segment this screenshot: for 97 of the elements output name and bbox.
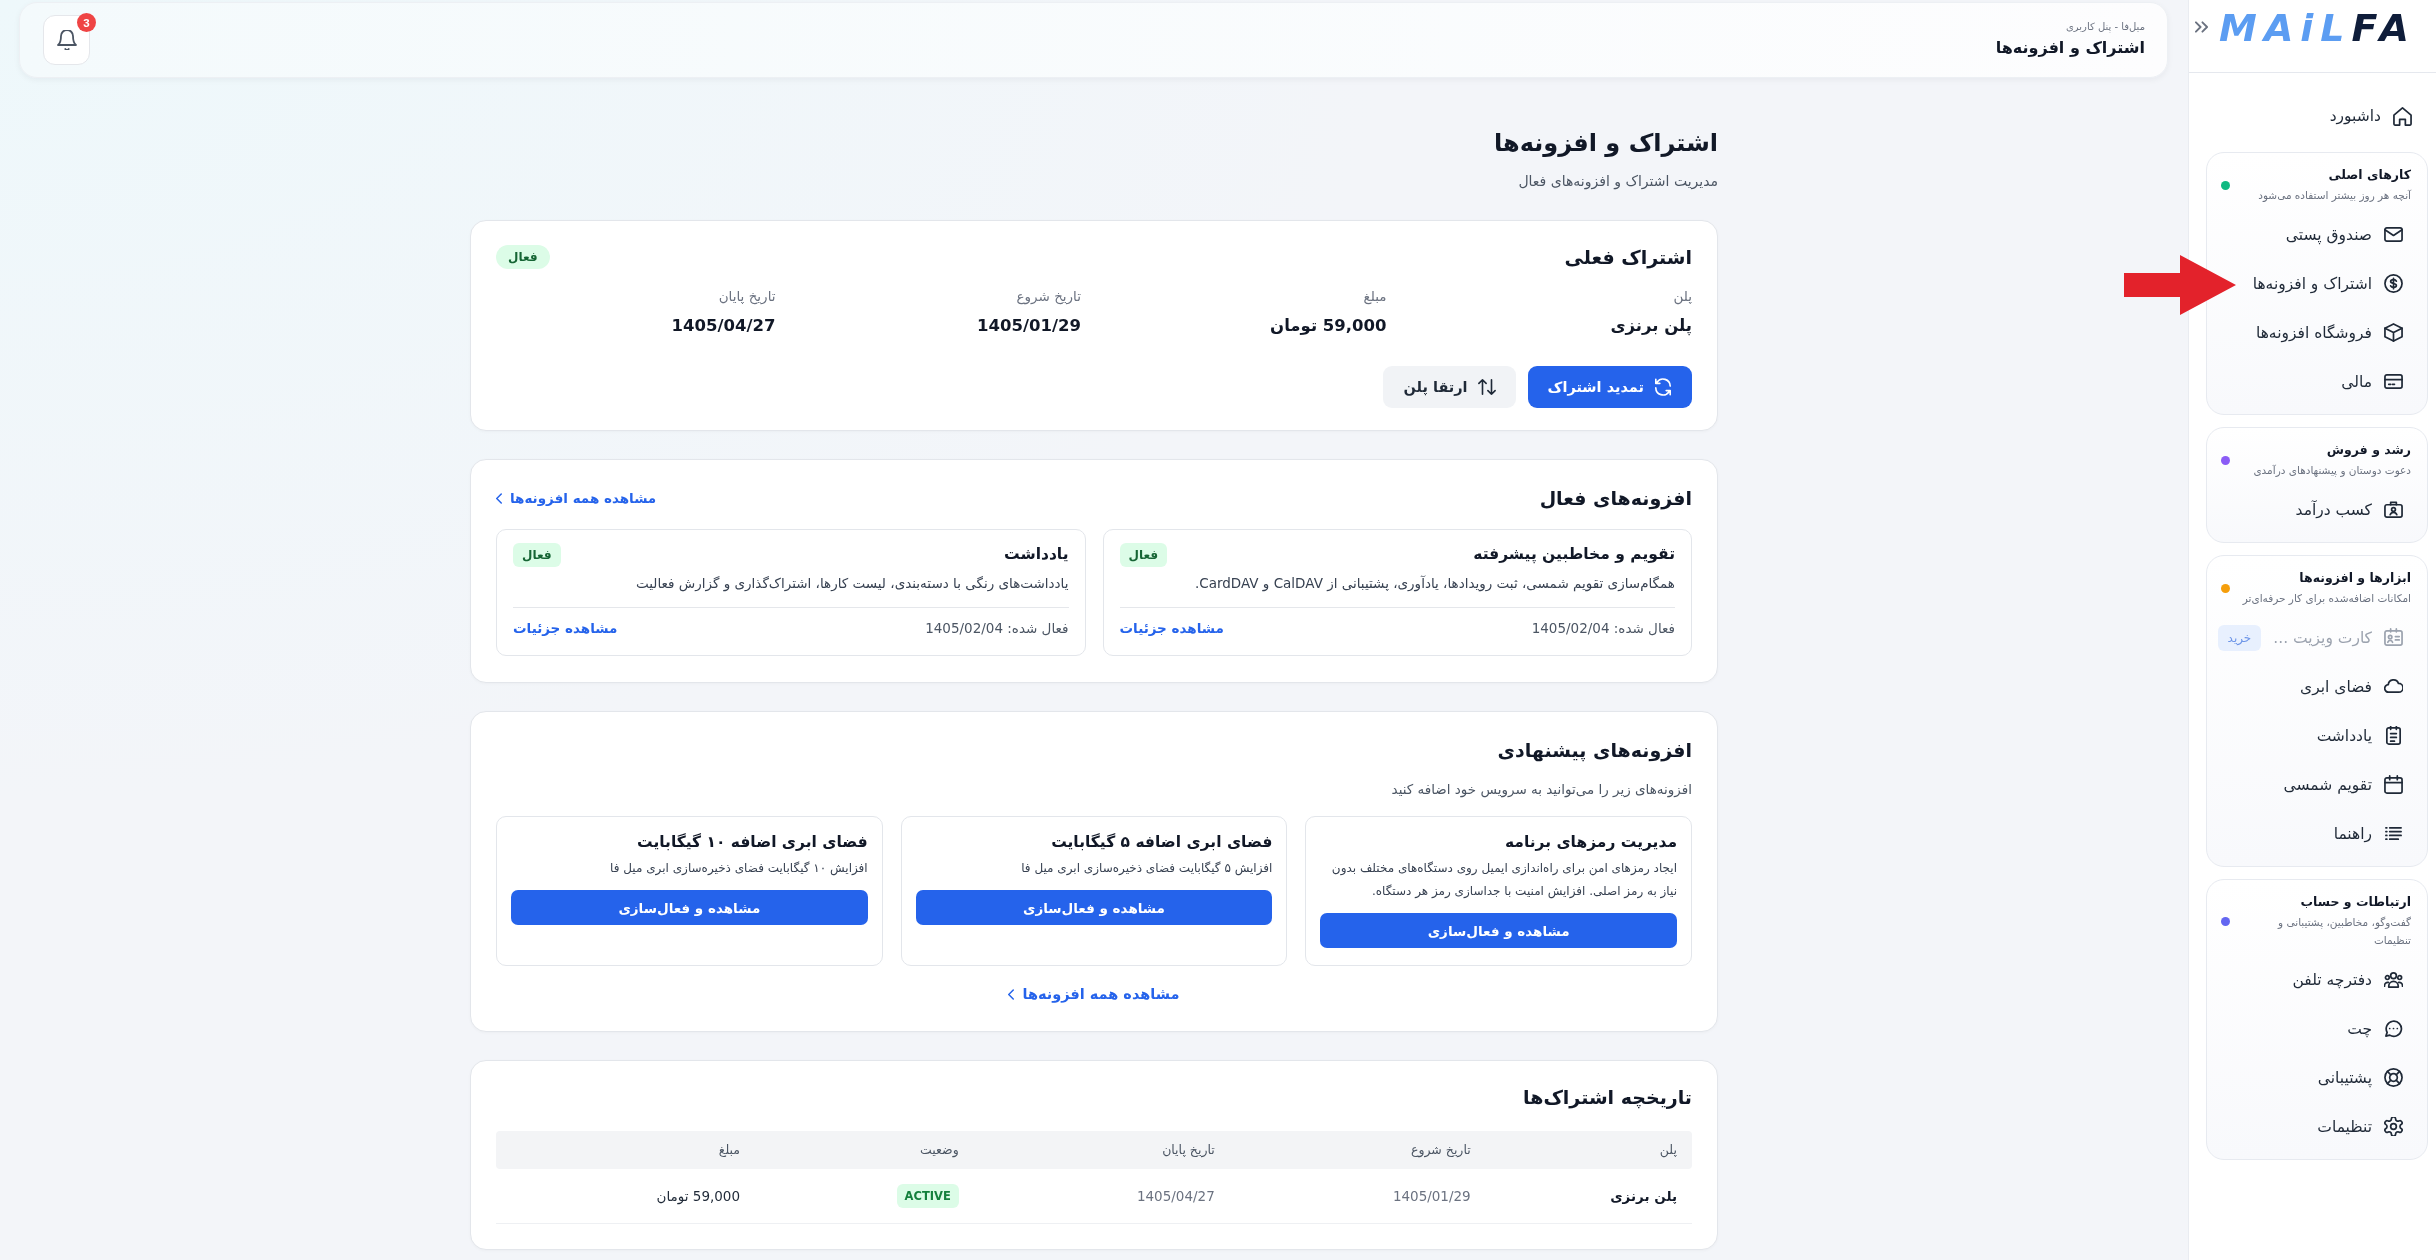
status-badge: فعال (496, 245, 550, 269)
status-badge: فعال (1119, 543, 1168, 567)
status-badge: فعال (513, 543, 561, 567)
field-value: 1405/04/27 (671, 315, 776, 337)
page-subtitle: مدیریت اشتراک و افزونه‌های فعال (1518, 172, 1718, 192)
group-subtitle: گفت‌وگو، مخاطبین، پشتیبانی و تنظیمات (2276, 915, 2411, 948)
column-header: تاریخ شروع (1409, 1141, 1472, 1159)
sidebar-item[interactable]: داشبورد (2329, 92, 2428, 140)
chat-icon (2384, 1019, 2403, 1038)
logo: MAiL FA (2219, 11, 2416, 45)
sidebar-item[interactable]: فضای ابری (2300, 662, 2427, 711)
sidebar-item[interactable]: صندوق پستی (2285, 210, 2427, 259)
credit-card-icon (2384, 372, 2403, 391)
addon-title: فضای ابری اضافه ۵ گیگابایت (1051, 832, 1273, 853)
view-all-link[interactable]: مشاهده همه افزونه‌ها (496, 488, 657, 508)
id-card-icon (2384, 628, 2403, 647)
sidebar-item[interactable]: دفترچه تلفن (2292, 955, 2427, 1004)
addon-description: افزایش ۱۰ گیگابایت فضای ذخیره‌سازی ابری میل فا (609, 860, 868, 878)
upgrade-plan-button[interactable]: ارتقا پلن (1383, 366, 1516, 408)
cloud-icon (2384, 677, 2403, 696)
details-link[interactable]: مشاهده جزئیات (1119, 618, 1224, 638)
field-label: تاریخ شروع (1016, 287, 1081, 306)
group-title: کارهای اصلی (2328, 166, 2411, 184)
sidebar-item[interactable]: تنظیمات (2317, 1102, 2427, 1151)
group-subtitle: امکانات اضافه‌شده برای کار حرفه‌ای‌تر (2242, 591, 2411, 607)
sidebar-item[interactable]: راهنما (2333, 809, 2427, 858)
calendar-icon (2384, 775, 2403, 794)
sidebar-item[interactable]: مالی (2341, 357, 2427, 406)
view-all-link[interactable]: مشاهده همه افزونه‌ها (1008, 984, 1180, 1004)
sidebar-item[interactable]: اشتراک و افزونه‌ها (2252, 259, 2427, 308)
page-title: اشتراک و افزونه‌ها (1494, 128, 1718, 159)
bell-icon (56, 30, 77, 50)
details-link[interactable]: مشاهده جزئیات (513, 618, 618, 638)
field-value: پلن برنزی (1610, 315, 1692, 338)
sidebar-item[interactable]: چت (2347, 1004, 2427, 1053)
double-chevron-icon[interactable] (2195, 21, 2208, 33)
top-bar-title: اشتراک و افزونه‌ها (1995, 37, 2145, 59)
status-badge: ACTIVE (896, 1184, 959, 1208)
table-cell-text: پلن برنزی (1610, 1187, 1677, 1206)
up-down-arrows-icon (1477, 378, 1496, 396)
activate-button[interactable]: مشاهده و فعال‌سازی (1320, 913, 1677, 948)
box-icon (2384, 323, 2403, 342)
activation-date: فعال شده: 1405/02/04 (1531, 619, 1675, 638)
sidebar-item[interactable]: یادداشت (2316, 711, 2427, 760)
addon-description: افزایش ۵ گیگابایت فضای ذخیره‌سازی ابری میل فا (1020, 860, 1273, 878)
addon-title: تقویم و مخاطبین پیشرفته (1473, 544, 1675, 565)
group-title: ابزارها و افزونه‌ها (2299, 569, 2411, 587)
column-header: مبلغ (717, 1141, 742, 1159)
group-title: رشد و فروش (2326, 441, 2411, 459)
card-title: تاریخچه اشتراک‌ها (1523, 1085, 1692, 1109)
id-badge-icon (2384, 500, 2403, 519)
field-label: تاریخ پایان (718, 287, 776, 306)
chevron-left-icon (1008, 988, 1015, 1000)
addon-description: همگام‌سازی تقویم شمسی، ثبت رویدادها، یادآوری، پشتیبانی از CalDAV و CardDAV. (1193, 574, 1675, 593)
chevron-left-icon (496, 492, 502, 504)
pointer-arrow-icon (2124, 253, 2236, 317)
mail-icon (2384, 225, 2403, 244)
column-header: پلن (1658, 1141, 1678, 1159)
addon-description: ایجاد رمزهای امن برای راه‌اندازی ایمیل روی دستگاه‌های مختلف بدون نیاز به رمز اصلی. افزایش امنیت با جداسازی رمز هر دستگاه. (1330, 860, 1677, 901)
dollar-circle-icon (2384, 274, 2403, 293)
sidebar-item[interactable]: کسب درآمد (2295, 485, 2427, 534)
lifebuoy-icon (2384, 1068, 2403, 1087)
group-subtitle: دعوت دوستان و پیشنهادهای درآمدی (2253, 463, 2411, 479)
sidebar-item[interactable]: تقویم شمسی (2283, 760, 2427, 809)
table-cell-text: 59,000 تومان (656, 1187, 741, 1206)
column-header: تاریخ پایان (1161, 1141, 1216, 1159)
notification-count: 3 (77, 13, 96, 32)
addon-title: مدیریت رمزهای برنامه (1504, 832, 1677, 853)
activate-button[interactable]: مشاهده و فعال‌سازی (511, 890, 868, 925)
settings-icon (2384, 1117, 2403, 1136)
addon-title: یادداشت (1004, 544, 1069, 565)
addon-description: یادداشت‌های رنگی با دسته‌بندی، لیست کارها، اشتراک‌گذاری و گزارش فعالیت (634, 574, 1069, 593)
column-header: وضعیت (919, 1141, 960, 1159)
addon-title: فضای ابری اضافه ۱۰ گیگابایت (637, 832, 868, 853)
refresh-icon (1654, 378, 1672, 396)
field-label: مبلغ (1363, 287, 1387, 306)
table-cell-text: 1405/01/29 (1392, 1187, 1471, 1206)
group-title: ارتباطات و حساب (2300, 893, 2411, 911)
home-icon (2393, 106, 2412, 126)
card-subtitle: افزونه‌های زیر را می‌توانید به سرویس خود اضافه کنید (1391, 780, 1692, 799)
table-cell-text: 1405/04/27 (1136, 1187, 1215, 1206)
breadcrumb: میل‌فا - پنل کاربری (2065, 20, 2145, 35)
group-subtitle: آنچه هر روز بیشتر استفاده می‌شود (2258, 188, 2411, 204)
card-title: اشتراک فعلی (1564, 245, 1692, 269)
sidebar-item[interactable]: پشتیبانی (2317, 1053, 2427, 1102)
sidebar-item[interactable]: فروشگاه افزونه‌ها (2255, 308, 2427, 357)
list-icon (2384, 824, 2403, 843)
card-title: افزونه‌های فعال (1539, 486, 1692, 510)
notepad-icon (2384, 726, 2403, 745)
field-value: 59,000 تومان (1270, 315, 1387, 337)
activation-date: فعال شده: 1405/02/04 (925, 619, 1069, 638)
field-value: 1405/01/29 (977, 315, 1081, 337)
people-icon (2384, 970, 2403, 989)
activate-button[interactable]: مشاهده و فعال‌سازی (915, 890, 1273, 925)
field-label: پلن (1673, 287, 1692, 306)
card-title: افزونه‌های پیشنهادی (1497, 738, 1692, 762)
renew-button[interactable]: تمدید اشتراک (1527, 366, 1692, 408)
